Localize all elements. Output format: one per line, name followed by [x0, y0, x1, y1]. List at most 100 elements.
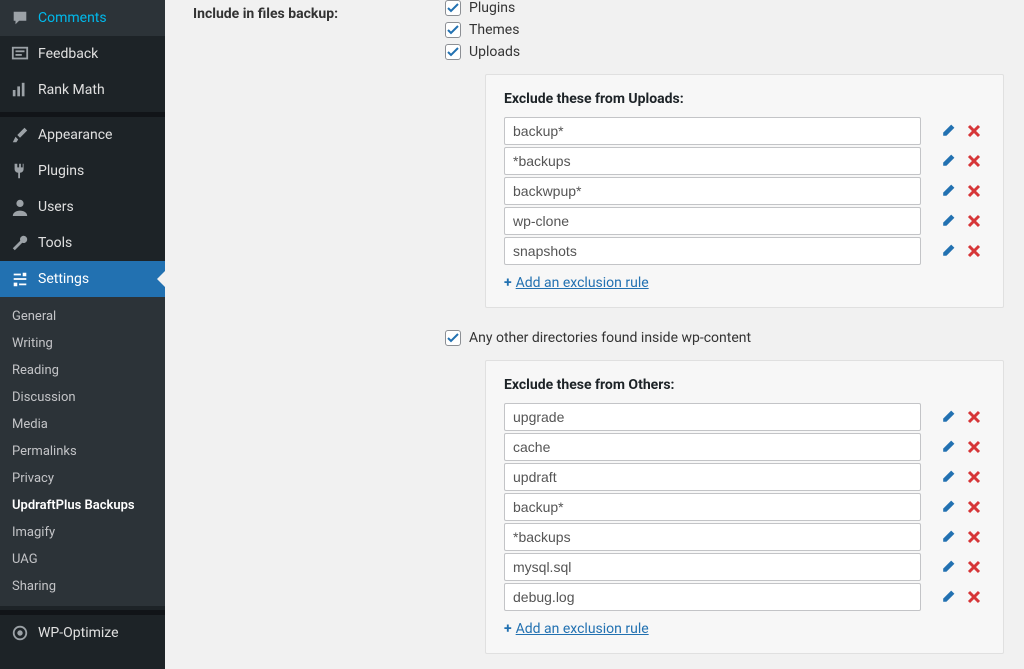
uploads-rule-row: [504, 177, 985, 205]
uploads-rule-input[interactable]: [504, 237, 921, 265]
sidebar-item-tools[interactable]: Tools: [0, 225, 165, 261]
uploads-label: Uploads: [469, 44, 520, 60]
chart-icon: [10, 80, 30, 100]
sidebar-item-users[interactable]: Users: [0, 189, 165, 225]
sidebar-sub-sharing[interactable]: Sharing: [0, 573, 165, 600]
sidebar-sub-general[interactable]: General: [0, 303, 165, 330]
sidebar-sub-media[interactable]: Media: [0, 411, 165, 438]
sidebar-item-label: Settings: [38, 271, 89, 287]
sidebar-item-label: Tools: [38, 235, 72, 251]
anyother-label: Any other directories found inside wp-co…: [469, 330, 751, 346]
add-exclusion-label: Add an exclusion rule: [516, 275, 649, 291]
plugins-checkbox[interactable]: [445, 0, 461, 16]
others-rule-row: [504, 493, 985, 521]
others-rule-input[interactable]: [504, 523, 921, 551]
settings-submenu: GeneralWritingReadingDiscussionMediaPerm…: [0, 297, 165, 606]
edit-rule-button[interactable]: [937, 150, 959, 172]
wrench-icon: [10, 233, 30, 253]
delete-rule-button[interactable]: [963, 526, 985, 548]
brush-icon: [10, 125, 30, 145]
uploads-rule-input[interactable]: [504, 177, 921, 205]
edit-rule-button[interactable]: [937, 556, 959, 578]
edit-rule-button[interactable]: [937, 586, 959, 608]
anyother-checkbox[interactable]: [445, 330, 461, 346]
others-exclude-title: Exclude these from Others:: [504, 377, 985, 393]
uploads-rule-row: [504, 147, 985, 175]
sidebar-item-label: WP-Optimize: [38, 625, 119, 641]
uploads-checkbox[interactable]: [445, 44, 461, 60]
feedback-icon: [10, 44, 30, 64]
delete-rule-button[interactable]: [963, 240, 985, 262]
delete-rule-button[interactable]: [963, 180, 985, 202]
edit-rule-button[interactable]: [937, 436, 959, 458]
main-content: Include in files backup: Plugins Themes …: [165, 0, 1024, 669]
sidebar-sub-writing[interactable]: Writing: [0, 330, 165, 357]
sidebar-sub-updraftplus-backups[interactable]: UpdraftPlus Backups: [0, 492, 165, 519]
uploads-rule-input[interactable]: [504, 147, 921, 175]
others-rule-row: [504, 463, 985, 491]
sidebar-item-label: Plugins: [38, 163, 84, 179]
uploads-exclude-title: Exclude these from Uploads:: [504, 91, 985, 107]
edit-rule-button[interactable]: [937, 526, 959, 548]
add-exclusion-label: Add an exclusion rule: [516, 621, 649, 637]
themes-checkbox[interactable]: [445, 22, 461, 38]
others-rule-input[interactable]: [504, 463, 921, 491]
sidebar-sub-uag[interactable]: UAG: [0, 546, 165, 573]
add-uploads-exclusion-link[interactable]: + Add an exclusion rule: [504, 275, 649, 291]
edit-rule-button[interactable]: [937, 240, 959, 262]
others-rule-input[interactable]: [504, 553, 921, 581]
edit-rule-button[interactable]: [937, 210, 959, 232]
sidebar-item-appearance[interactable]: Appearance: [0, 117, 165, 153]
delete-rule-button[interactable]: [963, 496, 985, 518]
sidebar-item-plugins[interactable]: Plugins: [0, 153, 165, 189]
delete-rule-button[interactable]: [963, 466, 985, 488]
comment-icon: [10, 8, 30, 28]
delete-rule-button[interactable]: [963, 210, 985, 232]
others-rule-row: [504, 403, 985, 431]
edit-rule-button[interactable]: [937, 496, 959, 518]
others-rule-row: [504, 553, 985, 581]
user-icon: [10, 197, 30, 217]
edit-rule-button[interactable]: [937, 406, 959, 428]
sidebar-sub-discussion[interactable]: Discussion: [0, 384, 165, 411]
others-rule-input[interactable]: [504, 583, 921, 611]
others-rule-row: [504, 583, 985, 611]
uploads-rule-input[interactable]: [504, 207, 921, 235]
others-rule-row: [504, 433, 985, 461]
sidebar-sub-imagify[interactable]: Imagify: [0, 519, 165, 546]
sidebar-item-label: Comments: [38, 10, 107, 26]
sidebar-item-comments[interactable]: Comments: [0, 0, 165, 36]
plus-icon: +: [504, 275, 512, 291]
sidebar-item-label: Appearance: [38, 127, 112, 143]
others-rule-input[interactable]: [504, 433, 921, 461]
sidebar-item-label: Users: [38, 199, 74, 215]
delete-rule-button[interactable]: [963, 586, 985, 608]
edit-rule-button[interactable]: [937, 466, 959, 488]
delete-rule-button[interactable]: [963, 150, 985, 172]
edit-rule-button[interactable]: [937, 180, 959, 202]
uploads-exclude-box: Exclude these from Uploads: + Add an exc…: [485, 74, 1004, 308]
sliders-icon: [10, 269, 30, 289]
sidebar-item-feedback[interactable]: Feedback: [0, 36, 165, 72]
plug-icon: [10, 161, 30, 181]
others-exclude-box: Exclude these from Others: + Add an excl…: [485, 360, 1004, 654]
delete-rule-button[interactable]: [963, 406, 985, 428]
others-rule-input[interactable]: [504, 493, 921, 521]
sidebar-item-rank-math[interactable]: Rank Math: [0, 72, 165, 108]
sidebar-sub-permalinks[interactable]: Permalinks: [0, 438, 165, 465]
others-rule-input[interactable]: [504, 403, 921, 431]
uploads-rule-row: [504, 117, 985, 145]
add-others-exclusion-link[interactable]: + Add an exclusion rule: [504, 621, 649, 637]
sidebar-sub-reading[interactable]: Reading: [0, 357, 165, 384]
sidebar-item-wp-optimize[interactable]: WP-Optimize: [0, 615, 165, 651]
edit-rule-button[interactable]: [937, 120, 959, 142]
uploads-rule-input[interactable]: [504, 117, 921, 145]
others-rule-row: [504, 523, 985, 551]
delete-rule-button[interactable]: [963, 120, 985, 142]
sidebar-sub-privacy[interactable]: Privacy: [0, 465, 165, 492]
sidebar-item-label: Feedback: [38, 46, 98, 62]
delete-rule-button[interactable]: [963, 436, 985, 458]
admin-sidebar: Comments Feedback Rank Math Appearance Plug…: [0, 0, 165, 669]
sidebar-item-settings[interactable]: Settings: [0, 261, 165, 297]
delete-rule-button[interactable]: [963, 556, 985, 578]
